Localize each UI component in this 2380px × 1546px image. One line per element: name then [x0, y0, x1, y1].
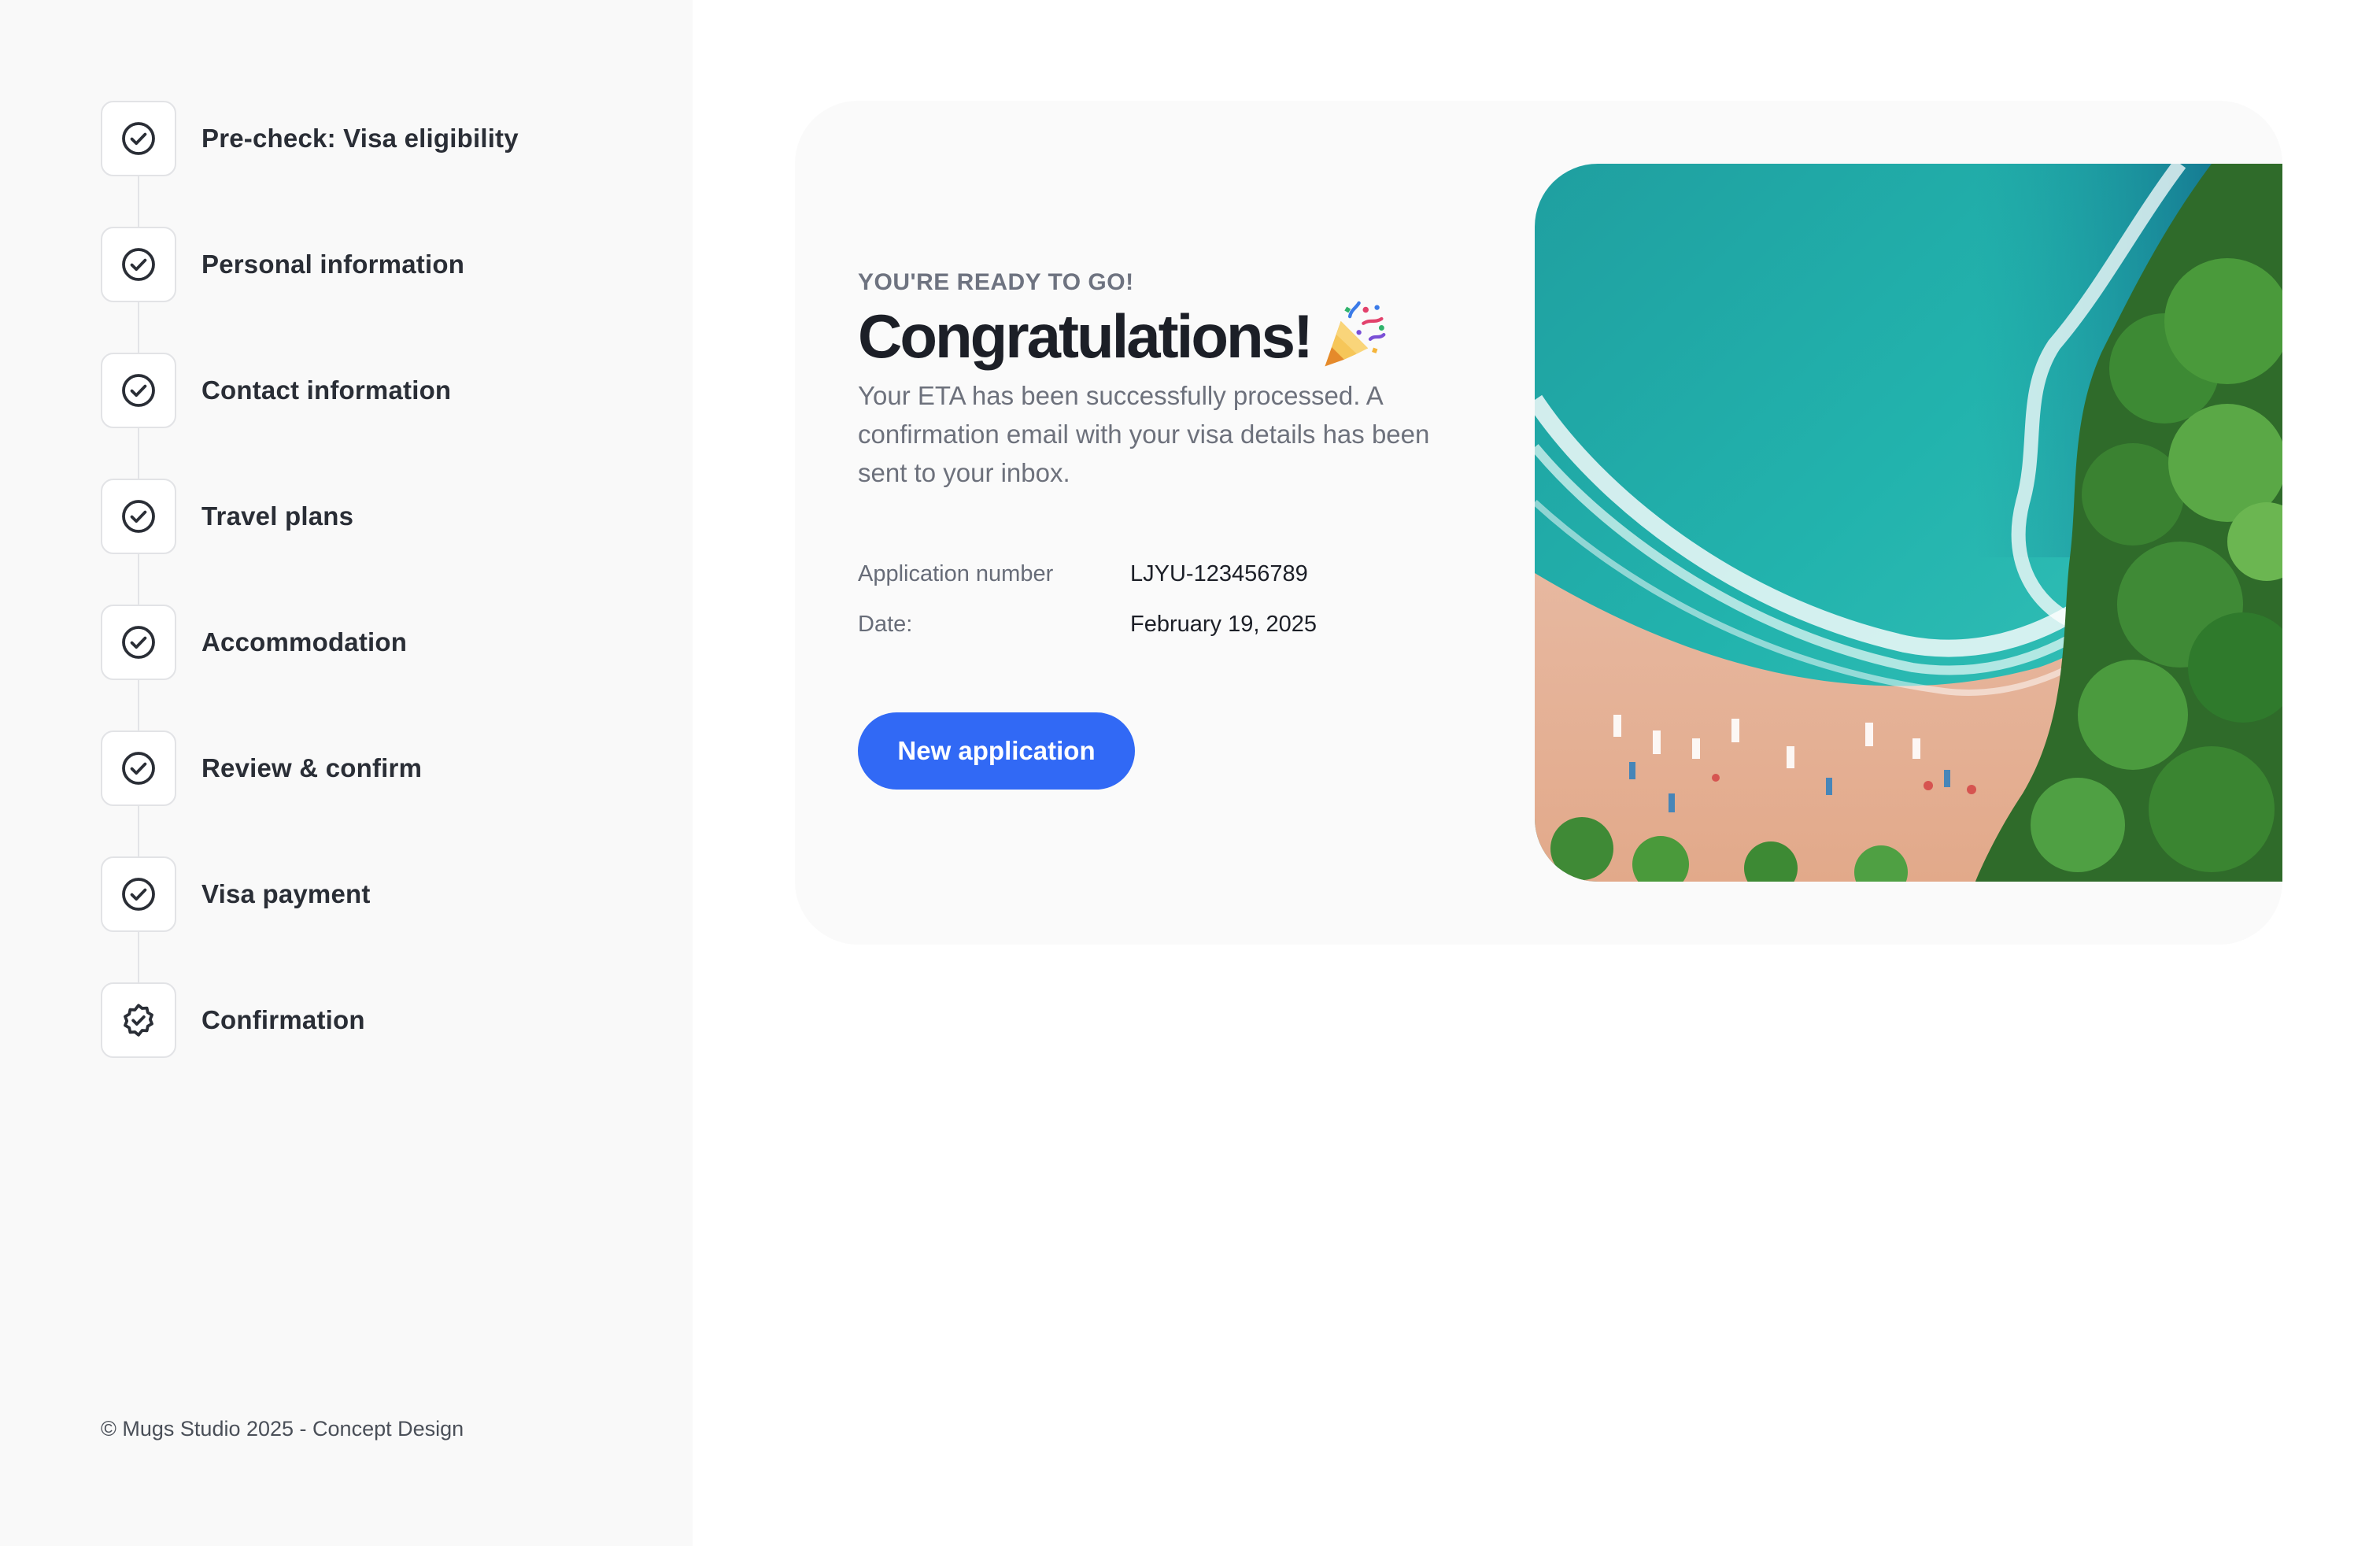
step-connector: [138, 806, 139, 856]
step-label: Visa payment: [201, 879, 371, 908]
party-popper-icon: [1325, 301, 1386, 367]
headline: Congratulations!: [858, 301, 1488, 373]
aerial-beach-image: [1535, 164, 2282, 882]
date-row: Date: February 19, 2025: [858, 599, 1488, 649]
step-visa-eligibility[interactable]: Pre-check: Visa eligibility: [101, 101, 519, 227]
stepper: Pre-check: Visa eligibility Personal inf…: [101, 101, 519, 1058]
new-application-button[interactable]: New application: [858, 712, 1135, 790]
check-circle-icon: [101, 605, 176, 680]
check-circle-icon: [101, 479, 176, 554]
step-travel-plans[interactable]: Travel plans: [101, 479, 519, 605]
step-label: Confirmation: [201, 1005, 365, 1034]
application-number-value: LJYU-123456789: [1130, 560, 1308, 586]
check-circle-icon: [101, 730, 176, 806]
step-review-confirm[interactable]: Review & confirm: [101, 730, 519, 856]
step-visa-payment[interactable]: Visa payment: [101, 856, 519, 982]
date-label: Date:: [858, 611, 913, 637]
date-value: February 19, 2025: [1130, 611, 1317, 637]
confirmation-card: YOU'RE READY TO GO! Congratulations! You…: [795, 101, 2282, 945]
application-details: Application number LJYU-123456789 Date: …: [858, 549, 1488, 649]
step-label: Accommodation: [201, 627, 408, 656]
application-number-label: Application number: [858, 560, 1054, 586]
verified-badge-icon: [101, 982, 176, 1058]
step-contact-information[interactable]: Contact information: [101, 353, 519, 479]
eyebrow-text: YOU'RE READY TO GO!: [858, 269, 1134, 295]
check-circle-icon: [101, 227, 176, 302]
sidebar: Pre-check: Visa eligibility Personal inf…: [0, 0, 693, 1546]
step-label: Review & confirm: [201, 753, 423, 782]
step-label: Travel plans: [201, 501, 354, 531]
step-connector: [138, 932, 139, 982]
step-confirmation[interactable]: Confirmation: [101, 982, 519, 1058]
application-number-row: Application number LJYU-123456789: [858, 549, 1488, 599]
step-connector: [138, 680, 139, 730]
step-connector: [138, 302, 139, 353]
check-circle-icon: [101, 856, 176, 932]
step-accommodation[interactable]: Accommodation: [101, 605, 519, 730]
step-connector: [138, 428, 139, 479]
step-label: Contact information: [201, 375, 452, 405]
confirmation-description: Your ETA has been successfully processed…: [858, 381, 1430, 487]
step-label: Personal information: [201, 250, 465, 279]
step-connector: [138, 554, 139, 605]
step-personal-information[interactable]: Personal information: [101, 227, 519, 353]
step-connector: [138, 176, 139, 227]
check-circle-icon: [101, 101, 176, 176]
footer-copyright: © Mugs Studio 2025 - Concept Design: [101, 1417, 464, 1441]
page-title: Congratulations!: [858, 301, 1314, 372]
check-circle-icon: [101, 353, 176, 428]
page: Pre-check: Visa eligibility Personal inf…: [0, 0, 2380, 1546]
confirmation-content: YOU'RE READY TO GO! Congratulations! You…: [858, 269, 1488, 790]
step-label: Pre-check: Visa eligibility: [201, 124, 519, 153]
